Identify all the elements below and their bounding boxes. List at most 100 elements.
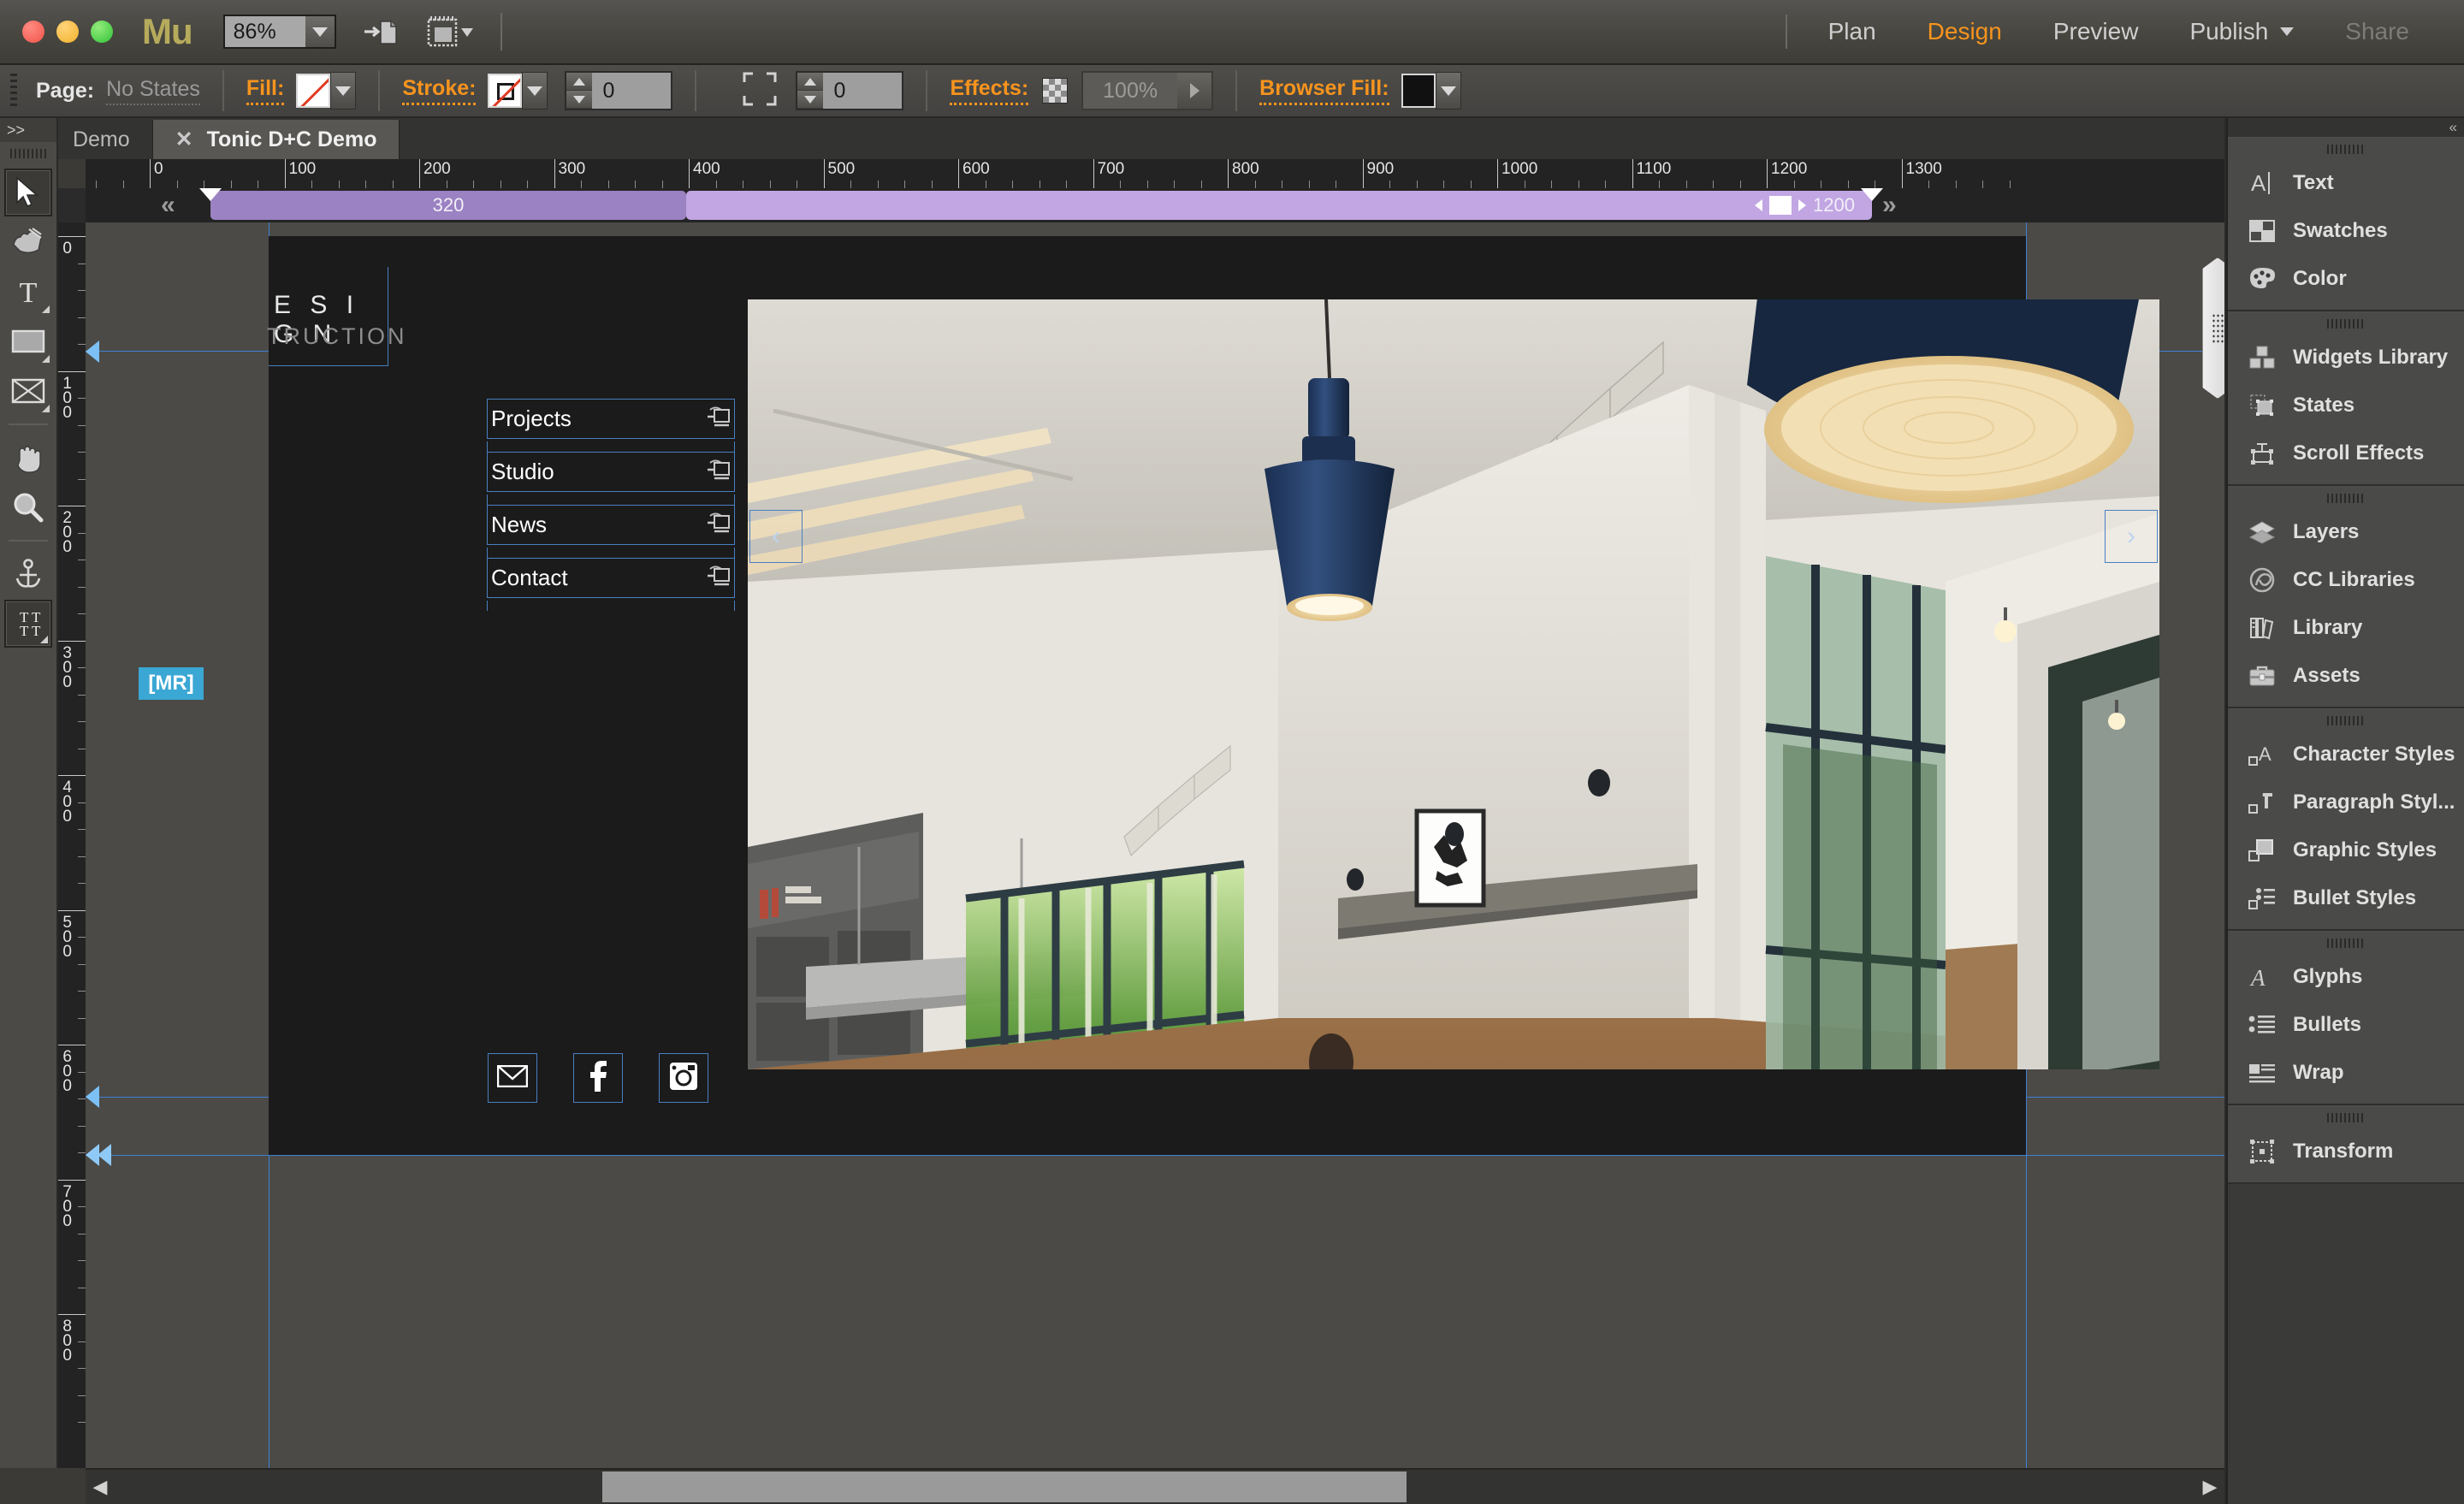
tool-flyout-icon[interactable] <box>42 355 50 363</box>
panel-assets[interactable]: Assets <box>2228 652 2464 700</box>
nav-item-studio[interactable]: Studio <box>487 452 735 492</box>
stroke-weight-arrows[interactable] <box>566 73 593 109</box>
zoom-level-combo[interactable]: 86% <box>222 15 336 49</box>
mode-plan[interactable]: Plan <box>1803 13 1902 50</box>
fill-swatch-none[interactable] <box>296 74 331 108</box>
guide-marker-bottom-inner[interactable] <box>98 1144 111 1166</box>
window-controls[interactable] <box>22 21 113 43</box>
crop-tool[interactable] <box>4 218 52 266</box>
close-icon[interactable]: ✕ <box>175 128 193 151</box>
breakpoint-segment-320[interactable]: 320 <box>210 191 686 220</box>
tool-flyout-icon[interactable] <box>42 405 50 412</box>
panel-group-grip[interactable] <box>2327 145 2365 154</box>
anchor-tool[interactable] <box>4 550 52 598</box>
design-canvas[interactable]: E S I G N TRUCTION Projects Studio News … <box>86 222 2224 1468</box>
ruler-origin[interactable] <box>58 159 86 188</box>
widget-badge-icon[interactable] <box>703 509 732 542</box>
minimize-window-button[interactable] <box>56 21 79 43</box>
master-page-badge[interactable]: [MR] <box>139 667 204 700</box>
responsive-layout-icon[interactable] <box>425 15 473 49</box>
stroke-weight-decrement[interactable] <box>566 91 593 109</box>
panel-group-grip[interactable] <box>2327 494 2365 503</box>
widget-badge-icon[interactable] <box>703 403 732 436</box>
guide-marker-header[interactable] <box>86 340 99 363</box>
panel-group-grip[interactable] <box>2327 319 2365 329</box>
text-tool[interactable]: T <box>4 268 52 316</box>
control-bar-grip[interactable] <box>10 74 17 108</box>
arrow-left-icon[interactable] <box>1755 199 1763 211</box>
panel-character-styles[interactable]: A Character Styles <box>2228 731 2464 779</box>
breakpoint-handle-square[interactable] <box>1769 196 1792 215</box>
panel-widgets-library[interactable]: Widgets Library <box>2228 334 2464 382</box>
opacity-slider-button[interactable] <box>1177 73 1212 109</box>
navigation-menu-widget[interactable]: Projects Studio News Contact <box>487 399 735 611</box>
nav-item-news[interactable]: News <box>487 505 735 545</box>
panel-color[interactable]: Color <box>2228 255 2464 303</box>
page-states-value[interactable]: No States <box>106 77 200 105</box>
close-window-button[interactable] <box>22 21 44 43</box>
tools-collapse-button[interactable]: >> <box>0 118 56 142</box>
scrollbar-track[interactable] <box>115 1470 2195 1504</box>
widget-badge-icon[interactable] <box>703 456 732 489</box>
instagram-link[interactable] <box>659 1053 708 1103</box>
image-frame-tool[interactable] <box>4 367 52 415</box>
horizontal-ruler[interactable]: 1000100200300400500600700800900100011001… <box>86 159 2224 188</box>
chevron-down-icon[interactable] <box>2280 27 2295 36</box>
panel-bullet-styles[interactable]: Bullet Styles <box>2228 874 2464 922</box>
stroke-swatch-none[interactable] <box>488 74 523 108</box>
mode-publish[interactable]: Publish <box>2164 13 2319 50</box>
breakpoint-marker-right[interactable] <box>1861 188 1883 201</box>
corner-radius-icon[interactable] <box>741 70 779 112</box>
breakpoint-1200-handle[interactable]: 1200 <box>1755 194 1855 216</box>
tools-panel-grip[interactable] <box>10 149 46 158</box>
fill-swatch-group[interactable] <box>296 72 357 110</box>
scroll-right-arrow[interactable]: ▶ <box>2195 1470 2224 1504</box>
widget-badge-icon[interactable] <box>703 562 732 595</box>
breakpoint-segment-1200[interactable]: 1200 <box>686 191 1872 220</box>
zoom-dropdown-arrow[interactable] <box>305 16 335 47</box>
selection-tool[interactable] <box>4 169 52 216</box>
breakpoint-prev-chevron[interactable]: « <box>161 192 175 219</box>
stroke-weight-value[interactable]: 0 <box>592 73 672 109</box>
browser-fill-swatch-group[interactable] <box>1401 72 1461 110</box>
corner-radius-arrows[interactable] <box>797 73 824 109</box>
slideshow-next-button[interactable]: › <box>2105 510 2158 563</box>
stroke-swatch-group[interactable] <box>488 72 548 110</box>
panel-layers[interactable]: Layers <box>2228 508 2464 556</box>
breakpoint-marker-left[interactable] <box>199 188 222 201</box>
effects-opacity-icon[interactable] <box>1042 78 1069 104</box>
corner-radius-value[interactable]: 0 <box>823 73 903 109</box>
panel-graphic-styles[interactable]: Graphic Styles <box>2228 826 2464 874</box>
hero-slideshow-image[interactable]: ‹ › <box>748 299 2159 1069</box>
nav-item-projects[interactable]: Projects <box>487 399 735 439</box>
panel-cc-libraries[interactable]: CC Libraries <box>2228 556 2464 604</box>
panel-group-grip[interactable] <box>2327 716 2365 725</box>
facebook-link[interactable] <box>573 1053 623 1103</box>
corner-radius-increment[interactable] <box>797 73 824 91</box>
breakpoint-next-chevron[interactable]: » <box>1882 192 1897 219</box>
export-page-icon[interactable] <box>362 15 400 49</box>
stroke-dropdown-arrow[interactable] <box>522 72 548 110</box>
site-logo-frame[interactable]: E S I G N TRUCTION <box>267 267 404 366</box>
browser-fill-swatch[interactable] <box>1401 74 1436 108</box>
panel-group-grip[interactable] <box>2327 1113 2365 1122</box>
tool-flyout-icon[interactable] <box>42 305 50 313</box>
zoom-tool[interactable] <box>4 483 52 531</box>
tool-flyout-icon[interactable] <box>40 636 48 643</box>
panel-text[interactable]: A Text <box>2228 159 2464 207</box>
panel-group-grip[interactable] <box>2327 939 2365 948</box>
browser-fill-dropdown-arrow[interactable] <box>1435 72 1461 110</box>
zoom-level-value[interactable]: 86% <box>224 16 305 47</box>
page-canvas-area[interactable]: E S I G N TRUCTION Projects Studio News … <box>267 236 2224 1155</box>
horizontal-scrollbar[interactable]: ◀ ▶ <box>86 1468 2224 1504</box>
text-frame-tool[interactable]: TTTT <box>4 600 52 648</box>
guide-horizontal-bottom[interactable] <box>86 1155 2224 1156</box>
rectangle-tool[interactable] <box>4 317 52 365</box>
panel-bullets[interactable]: Bullets <box>2228 1001 2464 1049</box>
maximize-window-button[interactable] <box>91 21 113 43</box>
guide-marker-footer[interactable] <box>86 1086 99 1108</box>
scroll-left-arrow[interactable]: ◀ <box>86 1470 115 1504</box>
fill-dropdown-arrow[interactable] <box>330 72 357 110</box>
mode-preview[interactable]: Preview <box>2028 13 2165 50</box>
panel-scroll-effects[interactable]: Scroll Effects <box>2228 429 2464 477</box>
